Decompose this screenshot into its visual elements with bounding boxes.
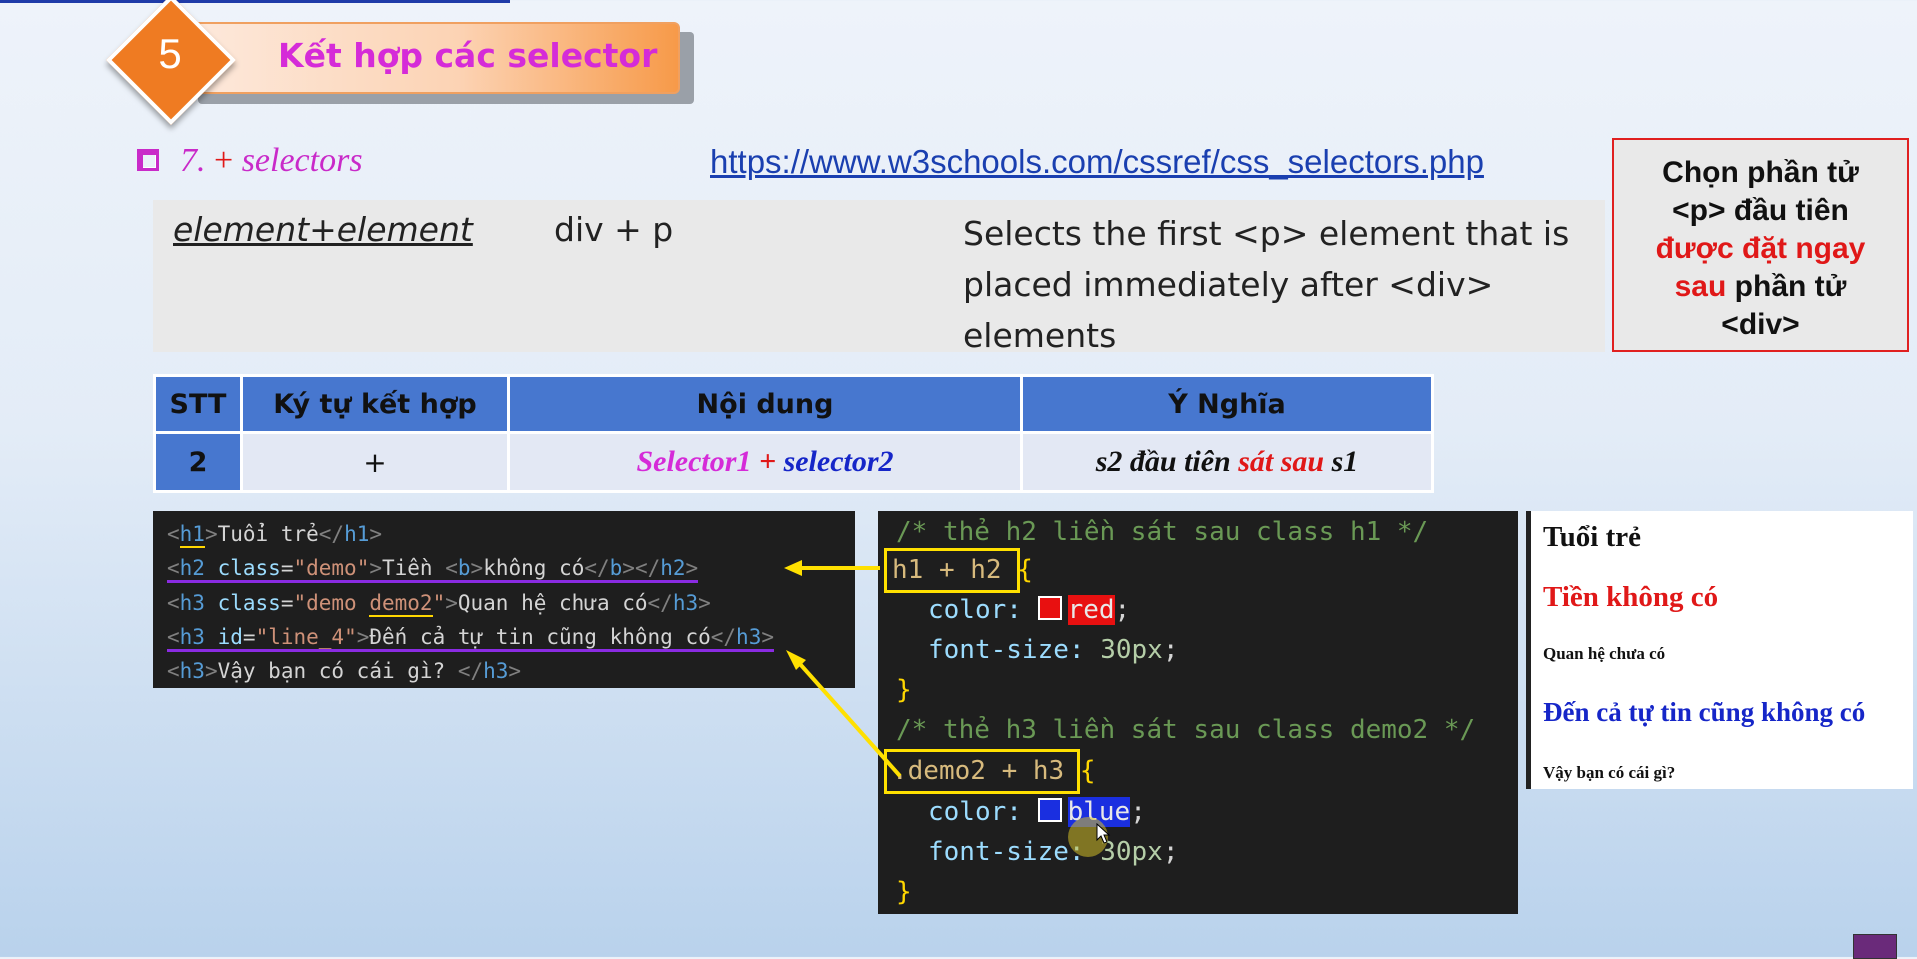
top-line: [0, 0, 510, 3]
css-selector-2: .demo2 + h3 {: [892, 756, 1096, 786]
section-name: selectors: [241, 142, 363, 179]
meaning-part-c: s1: [1324, 445, 1359, 478]
css-size-1: font-size: 30px;: [928, 635, 1179, 665]
combinator-table: STT Ký tự kết hợp Nội dung Ý Nghĩa 2 + S…: [153, 374, 1434, 493]
css-size-2: font-size: 30px;: [928, 837, 1179, 867]
cell-stt: 2: [153, 431, 243, 493]
header-stt: STT: [153, 374, 243, 434]
output-h1: Tuổi trẻ: [1543, 521, 1642, 553]
w3-example: div + p: [554, 210, 674, 249]
explanation-note: Chọn phần tử <p> đầu tiên được đặt ngay …: [1612, 138, 1909, 352]
css-code-panel: /* thẻ h2 liền sát sau class h1 */ h1 + …: [878, 511, 1518, 914]
meaning-part-a: s2 đầu tiên: [1095, 445, 1239, 478]
slide-number: 5: [158, 30, 182, 77]
note-line-5: <div>: [1721, 308, 1800, 341]
note-line-1: Chọn phần tử: [1662, 156, 1859, 189]
content-plus: +: [751, 445, 784, 478]
note-line-4-rest: phần tử: [1726, 270, 1847, 303]
html-line-4: <h3 id="line_4">Đến cả tự tin cũng không…: [167, 625, 774, 652]
section-plus: +: [214, 142, 234, 179]
slide-title: Kết hợp các selector: [278, 36, 658, 75]
note-line-2: <p> đầu tiên: [1672, 194, 1849, 227]
section-title: 7. + selectors: [180, 142, 363, 180]
content-selector2: selector2: [783, 445, 894, 478]
meaning-part-b: sát sau: [1238, 445, 1325, 478]
css-comment-2: /* thẻ h3 liền sát sau class demo2 */: [896, 715, 1476, 745]
css-brace-close-1: }: [896, 675, 912, 705]
header-content: Nội dung: [507, 374, 1023, 434]
w3schools-link[interactable]: https://www.w3schools.com/cssref/css_sel…: [710, 143, 1484, 181]
css-color-red: color: red;: [928, 595, 1131, 625]
header-meaning: Ý Nghĩa: [1020, 374, 1434, 434]
w3-selector[interactable]: element+element: [173, 210, 473, 249]
header-symbol: Ký tự kết hợp: [240, 374, 510, 434]
cell-content: Selector1 + selector2: [507, 431, 1023, 493]
blue-swatch-icon: [1037, 798, 1062, 822]
html-line-5: <h3>Vậy bạn có cái gì? </h3>: [167, 659, 522, 683]
css-color-blue: color: blue;: [928, 797, 1146, 827]
cell-meaning: s2 đầu tiên sát sau s1: [1020, 431, 1434, 493]
output-h2: Tiền không có: [1543, 581, 1719, 613]
section-index: 7.: [180, 142, 206, 179]
avatar: [1853, 934, 1897, 959]
red-swatch-icon: [1037, 596, 1062, 620]
html-line-3: <h3 class="demo demo2">Quan hệ chưa có</…: [167, 591, 711, 617]
table-header-row: STT Ký tự kết hợp Nội dung Ý Nghĩa: [153, 374, 1434, 434]
w3-description: Selects the first <p> element that is pl…: [963, 214, 1570, 355]
css-brace-close-2: }: [896, 877, 912, 907]
content-selector1: Selector1: [636, 445, 752, 478]
note-line-3: được đặt ngay: [1655, 232, 1866, 265]
note-line-4-red: sau: [1674, 270, 1727, 303]
html-code-panel: <h1>Tuổi trẻ</h1> <h2 class="demo">Tiền …: [153, 511, 855, 688]
browser-output: Tuổi trẻ Tiền không có Quan hệ chưa có Đ…: [1526, 511, 1913, 789]
checkbox-bullet-icon: [137, 149, 159, 171]
html-line-1: <h1>Tuổi trẻ</h1>: [167, 522, 383, 548]
css-selector-1: h1 + h2 {: [892, 555, 1033, 585]
output-h3-b: Đến cả tự tin cũng không có: [1543, 697, 1866, 727]
cell-symbol: +: [240, 431, 510, 493]
html-line-2: <h2 class="demo">Tiền <b>không có</b></h…: [167, 556, 699, 583]
note-line-4: sau phần tử: [1614, 268, 1907, 306]
css-comment-1: /* thẻ h2 liền sát sau class h1 */: [896, 517, 1429, 547]
output-h3-a: Quan hệ chưa có: [1543, 644, 1666, 663]
output-h3-c: Vậy bạn có cái gì?: [1543, 763, 1676, 782]
mouse-cursor-icon: [1096, 823, 1111, 844]
table-row: 2 + Selector1 + selector2 s2 đầu tiên sá…: [153, 431, 1434, 493]
